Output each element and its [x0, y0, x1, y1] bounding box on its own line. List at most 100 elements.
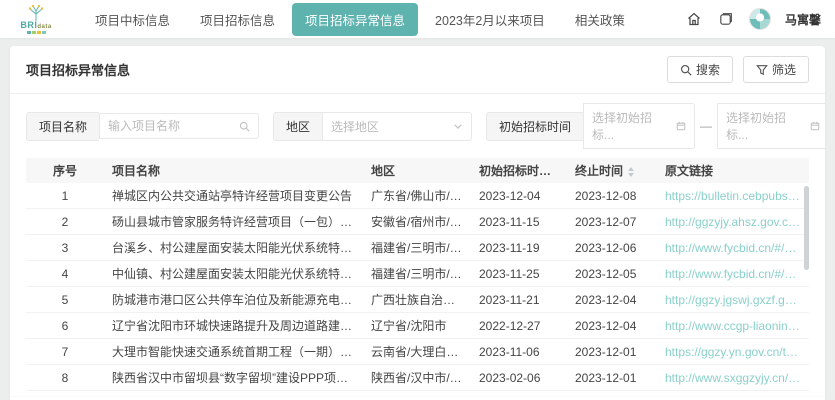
brand-name: BRIdata [20, 21, 51, 30]
table-row: 6辽宁省沈阳市环城快速路提升及周边道路建设工程PPP项目终止公告辽宁省/沈阳市2… [26, 313, 809, 339]
header-actions: 搜索 筛选 [667, 56, 809, 83]
top-navbar: BRIdata 项目中标信息项目招标信息项目招标异常信息2023年2月以来项目相… [0, 0, 835, 38]
date-separator: — [700, 119, 712, 133]
table-footer: 共 23 条 ‹ 1 2 › 20 条/页 [10, 396, 825, 400]
cell-project-name: 大理市智能快速交通系统首期工程（一期）特许经营项目社会投资人... [104, 339, 363, 364]
date-end-placeholder: 选择初始招标... [726, 109, 804, 143]
topbar-actions: 马寓馨 [685, 8, 821, 30]
cell-start-date: 2023-11-15 [471, 211, 567, 233]
cell-region: 陕西省/汉中市/留坝县 [363, 365, 471, 390]
cell-source-link[interactable]: http://www.fycbid.cn/#/notice/d... [657, 263, 809, 285]
home-icon[interactable] [685, 10, 703, 28]
date-end-picker[interactable]: 选择初始招标... [717, 103, 825, 149]
col-end-date[interactable]: 终止时间 [567, 158, 657, 183]
search-button[interactable]: 搜索 [667, 56, 733, 83]
cell-source-link[interactable]: http://ggzyjy.ahsz.gov.cn/jyxx/00... [657, 211, 809, 233]
cell-start-date: 2023-11-21 [471, 289, 567, 311]
date-start-placeholder: 选择初始招标... [592, 109, 670, 143]
cell-source-link[interactable]: http://ggzy.jgswj.gxzf.gov.cn/gxg... [657, 289, 809, 311]
search-icon [680, 64, 692, 76]
cell-source-link[interactable]: https://ggzy.yn.gov.cn/tradeHall/... [657, 341, 809, 363]
cell-seq: 7 [26, 341, 104, 363]
cell-region: 云南省/大理白族自治... [363, 339, 471, 364]
col-seq: 序号 [26, 158, 104, 183]
cell-project-name: 禅城区内公共交通站亭特许经营项目变更公告 [104, 183, 363, 208]
table-row: 3台溪乡、村公建屋面安装太阳能光伏系统特许经营权项目终止公告福建省/三明市/尤溪… [26, 235, 809, 261]
cell-region: 福建省/三明市/尤溪县 [363, 235, 471, 260]
cell-region: 福建省/三明市/尤溪县 [363, 261, 471, 286]
cell-region: 广西壮族自治区/防城... [363, 287, 471, 312]
table-row: 7大理市智能快速交通系统首期工程（一期）特许经营项目社会投资人...云南省/大理… [26, 339, 809, 365]
cell-source-link[interactable]: http://www.fycbid.cn/#/notice/d... [657, 237, 809, 259]
calendar-icon [810, 121, 820, 131]
windows-icon[interactable] [717, 10, 735, 28]
cell-source-link[interactable]: http://www.ccgp.gov.cn/cggg/df... [657, 393, 809, 397]
nav-tab-0[interactable]: 项目中标信息 [82, 3, 183, 36]
filter-project-name: 项目名称 [26, 112, 259, 141]
nav-tab-4[interactable]: 相关政策 [562, 3, 638, 36]
region-placeholder: 选择地区 [331, 118, 379, 135]
region-label: 地区 [273, 112, 322, 141]
sort-icon[interactable] [556, 167, 562, 177]
cell-end-date: 2023-12-04 [567, 289, 657, 311]
nav-tab-1[interactable]: 项目招标信息 [187, 3, 288, 36]
cell-seq: 3 [26, 237, 104, 259]
page-title: 项目招标异常信息 [26, 60, 130, 79]
table-row: 1禅城区内公共交通站亭特许经营项目变更公告广东省/佛山市/禅城区2023-12-… [26, 183, 809, 209]
cell-start-date: 2023-12-04 [471, 185, 567, 207]
sort-icon[interactable] [628, 167, 634, 177]
input-search-icon [239, 121, 250, 132]
cell-end-date: 2023-12-05 [567, 263, 657, 285]
cell-end-date: 2023-12-01 [567, 341, 657, 363]
brand-logo[interactable]: BRIdata [14, 5, 58, 34]
filter-date-range: 初始招标时间 选择初始招标... — 选择初始招标... [486, 103, 825, 149]
project-name-input-wrap [99, 113, 259, 139]
cell-start-date: 2023-11-19 [471, 237, 567, 259]
date-label: 初始招标时间 [486, 112, 583, 141]
username[interactable]: 马寓馨 [785, 11, 821, 28]
table-row: 5防城港市港口区公共停车泊位及新能源充电桩特许经营项目暂停招标广西壮族自治区/防… [26, 287, 809, 313]
cell-project-name: 中仙镇、村公建屋面安装太阳能光伏系统特许经营权项目终止公告 [104, 261, 363, 286]
cell-project-name: 河北辛集经济开发区管理委员会河北省辛集佳洁污水处理厂PPP项目... [104, 391, 363, 396]
cell-region: 广东省/佛山市/禅城区 [363, 183, 471, 208]
cell-start-date: 2023-01-11 [471, 393, 567, 397]
cell-end-date: 2023-12-01 [567, 367, 657, 389]
avatar[interactable] [749, 8, 771, 30]
cell-start-date: 2023-02-06 [471, 367, 567, 389]
calendar-icon [676, 121, 686, 131]
cell-end-date: 2023-12-06 [567, 237, 657, 259]
table-header-row: 序号 项目名称 地区 初始招标时间 终止时间 原文链接 [26, 158, 809, 183]
cell-project-name: 陕西省汉中市留坝县“数字留坝”建设PPP项目采购更正公告 [104, 365, 363, 390]
funnel-icon [756, 64, 768, 76]
table-scrollbar[interactable] [804, 186, 809, 270]
cell-seq: 2 [26, 211, 104, 233]
table-row: 8陕西省汉中市留坝县“数字留坝”建设PPP项目采购更正公告陕西省/汉中市/留坝县… [26, 365, 809, 391]
cell-project-name: 台溪乡、村公建屋面安装太阳能光伏系统特许经营权项目终止公告 [104, 235, 363, 260]
region-select[interactable]: 选择地区 [322, 112, 472, 141]
cell-end-date: 2023-12-04 [567, 315, 657, 337]
nav-tab-3[interactable]: 2023年2月以来项目 [422, 3, 558, 36]
cell-project-name: 辽宁省沈阳市环城快速路提升及周边道路建设工程PPP项目终止公告 [104, 313, 363, 338]
cell-end-date: 2023-12-07 [567, 211, 657, 233]
table-row: 4中仙镇、村公建屋面安装太阳能光伏系统特许经营权项目终止公告福建省/三明市/尤溪… [26, 261, 809, 287]
project-name-input[interactable] [108, 119, 233, 133]
date-start-picker[interactable]: 选择初始招标... [583, 103, 695, 149]
cell-region: 安徽省/宿州市/砀山县 [363, 209, 471, 234]
col-start-date[interactable]: 初始招标时间 [471, 158, 567, 183]
cell-start-date: 2023-11-06 [471, 341, 567, 363]
cell-end-date: 2023-12-08 [567, 185, 657, 207]
cell-source-link[interactable]: https://bulletin.cebpubservice.co... [657, 185, 809, 207]
data-table: 序号 项目名称 地区 初始招标时间 终止时间 原文链接 1禅城区内公共交通站亭特… [26, 158, 809, 396]
cell-seq: 1 [26, 185, 104, 207]
filter-button[interactable]: 筛选 [743, 56, 809, 83]
cell-source-link[interactable]: http://www.ccgp-liaoning.gov.cn... [657, 315, 809, 337]
nav-tab-2[interactable]: 项目招标异常信息 [292, 3, 418, 36]
brand-squares [27, 31, 46, 34]
cell-seq: 5 [26, 289, 104, 311]
cell-start-date: 2022-12-27 [471, 315, 567, 337]
cell-source-link[interactable]: http://www.sxggzyjy.cn/jydt/001... [657, 367, 809, 389]
filter-bar: 项目名称 地区 选择地区 初始招标时间 选择初始招标... [10, 94, 825, 158]
content-card: 项目招标异常信息 搜索 筛选 项目名称 地区 选择地区 [10, 46, 825, 400]
cell-region: 辽宁省/沈阳市 [363, 313, 471, 338]
table-row: 9河北辛集经济开发区管理委员会河北省辛集佳洁污水处理厂PPP项目...河北省/石… [26, 391, 809, 396]
